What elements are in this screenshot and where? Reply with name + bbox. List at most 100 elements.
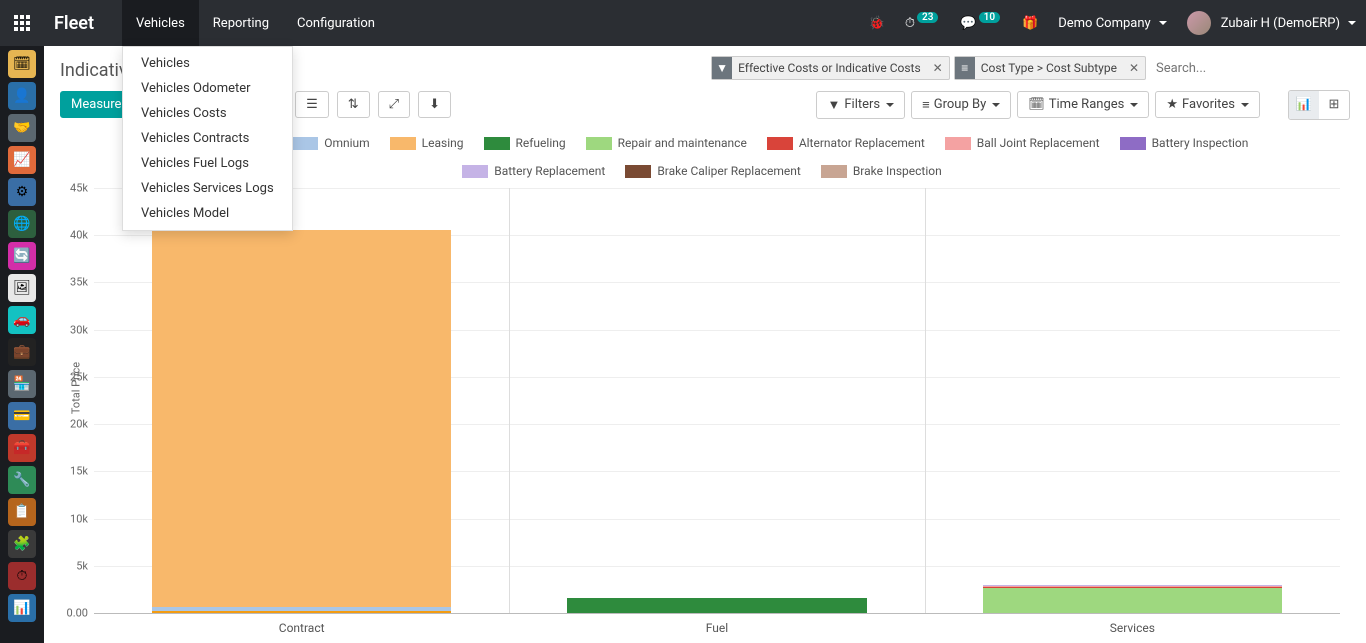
bar-segment: [152, 230, 451, 608]
legend-item[interactable]: Brake Inspection: [821, 164, 942, 178]
legend-item[interactable]: Repair and maintenance: [586, 136, 747, 150]
company-switcher[interactable]: Demo Company: [1048, 0, 1176, 46]
gridline: [94, 613, 1340, 614]
chart-flip-button[interactable]: ⇅: [337, 91, 370, 118]
sidebar-app-icon[interactable]: ⏱: [8, 562, 36, 590]
y-tick: 25k: [44, 370, 88, 383]
x-category-label: Services: [1110, 621, 1155, 635]
bar-segment: [983, 588, 1282, 614]
gift-icon[interactable]: 🎁: [1012, 0, 1048, 46]
group-by-button[interactable]: ≡ Group By: [911, 91, 1011, 119]
legend-item[interactable]: Omnium: [292, 136, 369, 150]
activity-badge: 23: [917, 12, 938, 23]
menu-item-vehicles[interactable]: VehiclesVehiclesVehicles OdometerVehicle…: [122, 0, 199, 46]
legend-swatch: [462, 165, 488, 178]
search-facet: ▼Effective Costs or Indicative Costs✕: [711, 56, 950, 80]
chat-icon[interactable]: 💬10: [950, 0, 1012, 46]
search-facet: ≡Cost Type > Cost Subtype✕: [954, 56, 1146, 80]
legend-label: Ball Joint Replacement: [977, 136, 1100, 150]
legend-label: Refueling: [516, 136, 566, 150]
plot: [94, 188, 1340, 613]
facet-icon: ▼: [712, 57, 732, 79]
dropdown-item[interactable]: Vehicles Model: [123, 201, 292, 226]
dropdown-item[interactable]: Vehicles Odometer: [123, 76, 292, 101]
bar-segment: [567, 598, 866, 613]
view-graph-button[interactable]: 📊: [1289, 91, 1319, 119]
legend-swatch: [625, 165, 651, 178]
legend-item[interactable]: Alternator Replacement: [767, 136, 925, 150]
sidebar-app-icon[interactable]: 📋: [8, 498, 36, 526]
legend-item[interactable]: Battery Inspection: [1120, 136, 1249, 150]
chart-download-button[interactable]: ⬇: [418, 91, 451, 118]
chart-expand-button[interactable]: ⤢: [378, 91, 410, 118]
sidebar-app-icon[interactable]: 📈: [8, 146, 36, 174]
brand[interactable]: Fleet: [44, 13, 122, 34]
activity-icon[interactable]: ⏱23: [895, 0, 951, 46]
sidebar-app-icon[interactable]: 💳: [8, 402, 36, 430]
sidebar-app-icon[interactable]: 🗓: [8, 50, 36, 78]
favorites-button[interactable]: ★ Favorites: [1155, 91, 1260, 118]
sidebar-app-icon[interactable]: ⚙: [8, 178, 36, 206]
sidebar: 🗓 👤 🤝 📈 ⚙ 🌐 🔄 🖼 🚗 💼 🏪 💳 🧰 🔧 📋 🧩 ⏱ 📊: [0, 46, 44, 643]
vgridline: [925, 188, 926, 613]
legend-label: Battery Inspection: [1152, 136, 1249, 150]
y-tick: 40k: [44, 229, 88, 242]
debug-icon[interactable]: 🐞: [859, 0, 895, 46]
legend-item[interactable]: Refueling: [484, 136, 566, 150]
sidebar-app-icon[interactable]: 🚗: [8, 306, 36, 334]
legend-label: Brake Inspection: [853, 164, 942, 178]
bar-fuel[interactable]: [567, 598, 866, 613]
legend-label: Brake Caliper Replacement: [657, 164, 800, 178]
legend-swatch: [586, 137, 612, 150]
legend-swatch: [390, 137, 416, 150]
user-menu[interactable]: Zubair H (DemoERP): [1177, 0, 1366, 46]
sidebar-app-icon[interactable]: 🧩: [8, 530, 36, 558]
facet-remove[interactable]: ✕: [927, 61, 949, 75]
legend-item[interactable]: Ball Joint Replacement: [945, 136, 1100, 150]
facet-label: Cost Type > Cost Subtype: [975, 61, 1123, 75]
sidebar-app-icon[interactable]: 📊: [8, 594, 36, 622]
sidebar-app-icon[interactable]: 🌐: [8, 210, 36, 238]
main-menu: VehiclesVehiclesVehicles OdometerVehicle…: [122, 0, 389, 46]
apps-icon[interactable]: [0, 0, 44, 46]
y-axis-title: Total Price: [70, 361, 83, 413]
legend-item[interactable]: Brake Caliper Replacement: [625, 164, 800, 178]
legend-swatch: [821, 165, 847, 178]
view-pivot-button[interactable]: ⊞: [1319, 91, 1349, 119]
sidebar-app-icon[interactable]: 🤝: [8, 114, 36, 142]
legend-swatch: [1120, 137, 1146, 150]
facet-remove[interactable]: ✕: [1123, 61, 1145, 75]
bar-services[interactable]: [983, 585, 1282, 614]
search-input[interactable]: [1150, 57, 1350, 80]
y-tick: 15k: [44, 465, 88, 478]
legend-item[interactable]: Battery Replacement: [462, 164, 605, 178]
vehicles-dropdown: VehiclesVehicles OdometerVehicles CostsV…: [122, 46, 293, 231]
legend-label: Repair and maintenance: [618, 136, 747, 150]
sidebar-app-icon[interactable]: 🖼: [8, 274, 36, 302]
facet-icon: ≡: [955, 57, 975, 79]
sidebar-app-icon[interactable]: 🏪: [8, 370, 36, 398]
dropdown-item[interactable]: Vehicles Costs: [123, 101, 292, 126]
legend-swatch: [484, 137, 510, 150]
sidebar-app-icon[interactable]: 🔧: [8, 466, 36, 494]
menu-item-reporting[interactable]: Reporting: [199, 0, 283, 46]
dropdown-item[interactable]: Vehicles Fuel Logs: [123, 151, 292, 176]
legend-label: Battery Replacement: [494, 164, 605, 178]
legend-label: Leasing: [422, 136, 464, 150]
chart-stacked-button[interactable]: ☰: [295, 91, 329, 118]
dropdown-item[interactable]: Vehicles: [123, 51, 292, 76]
filters-button[interactable]: ▼ Filters: [816, 91, 905, 119]
bar-contract[interactable]: [152, 230, 451, 613]
y-tick: 0.00: [44, 607, 88, 620]
dropdown-item[interactable]: Vehicles Contracts: [123, 126, 292, 151]
menu-item-configuration[interactable]: Configuration: [283, 0, 389, 46]
legend-item[interactable]: Leasing: [390, 136, 464, 150]
vgridline: [509, 188, 510, 613]
sidebar-app-icon[interactable]: 💼: [8, 338, 36, 366]
sidebar-app-icon[interactable]: 🔄: [8, 242, 36, 270]
dropdown-item[interactable]: Vehicles Services Logs: [123, 176, 292, 201]
sidebar-app-icon[interactable]: 🧰: [8, 434, 36, 462]
y-tick: 45k: [44, 182, 88, 195]
time-ranges-button[interactable]: 🗓 Time Ranges: [1017, 91, 1149, 118]
sidebar-app-icon[interactable]: 👤: [8, 82, 36, 110]
